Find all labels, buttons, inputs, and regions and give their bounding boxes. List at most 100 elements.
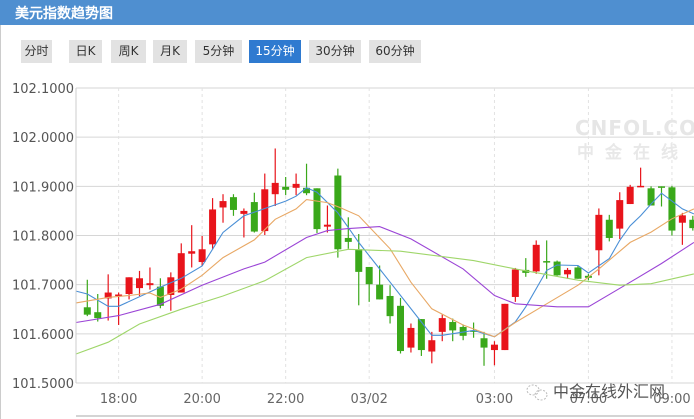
candle — [678, 212, 686, 245]
moving-averages — [75, 187, 694, 355]
candles — [83, 148, 694, 366]
candle-body — [501, 303, 509, 351]
candle — [397, 297, 404, 354]
y-tick-label: 101.6000 — [12, 328, 74, 343]
candle — [438, 314, 446, 342]
candle-body — [564, 269, 572, 275]
candle-body — [407, 327, 415, 348]
y-tick-label: 101.8000 — [12, 230, 74, 245]
candle — [490, 341, 498, 366]
candle — [647, 186, 655, 206]
candle — [511, 267, 519, 302]
cnfol-watermark: CNFOL.COM 中金在线 — [575, 116, 694, 163]
candle-body — [261, 189, 269, 232]
candle — [177, 243, 185, 293]
candle — [219, 194, 227, 223]
candle — [668, 185, 676, 236]
candle — [292, 173, 300, 196]
candle — [386, 285, 394, 324]
candle-body — [271, 182, 279, 195]
candle-body — [605, 219, 613, 238]
candle-body — [229, 197, 237, 210]
y-tick-label: 101.9000 — [12, 180, 74, 195]
candle — [240, 208, 248, 238]
candle — [564, 267, 572, 279]
candle — [188, 225, 196, 268]
candle-body — [365, 266, 373, 285]
wechat-watermark: 中金在线外汇网 — [526, 382, 665, 401]
candle-body — [125, 277, 133, 295]
candle-body — [355, 249, 363, 272]
candlestick-chart: CNFOL.COM 中金在线 102.1000 102.0000 101.9000 1… — [12, 82, 694, 417]
candle — [146, 267, 154, 290]
candle-body — [626, 186, 634, 205]
candle-body — [678, 215, 686, 223]
candle — [522, 258, 530, 277]
x-tick-label: 03:00 — [476, 392, 513, 407]
watermark-brand-cn: 中金在线 — [577, 142, 689, 163]
candle-body — [438, 318, 446, 332]
candle — [344, 217, 352, 249]
candle-body — [490, 344, 498, 351]
candle-body — [188, 251, 196, 254]
candle-body — [553, 261, 561, 276]
y-tick-label: 102.1000 — [12, 82, 74, 97]
candle — [689, 215, 694, 231]
wechat-account: 中金在线外汇网 — [553, 382, 665, 401]
x-tick-label: 20:00 — [183, 392, 220, 407]
candle-body — [449, 322, 457, 331]
candle — [83, 279, 91, 317]
ma-line-1 — [75, 187, 694, 338]
candle-body — [397, 305, 404, 352]
candle — [323, 205, 331, 233]
candle — [553, 260, 561, 276]
candle — [605, 214, 613, 242]
candle-body — [292, 183, 300, 188]
candle-body — [574, 267, 582, 279]
candle-body — [94, 312, 102, 319]
candle-body — [616, 200, 624, 229]
candle — [261, 173, 269, 236]
candle-body — [344, 237, 352, 242]
candle-body — [511, 269, 519, 297]
candle-body — [658, 186, 665, 188]
candle-body — [532, 244, 540, 272]
candle-body — [595, 214, 603, 251]
candle-body — [386, 295, 394, 317]
x-tick-label: 03/02 — [350, 392, 387, 407]
candle-body — [136, 278, 143, 289]
candle — [229, 194, 237, 216]
candle-body — [637, 185, 645, 188]
candle-body — [282, 186, 290, 190]
candle — [376, 265, 384, 300]
candle — [532, 240, 540, 274]
y-tick-label: 102.0000 — [12, 131, 74, 146]
candle-body — [480, 338, 488, 348]
candle-body — [198, 249, 206, 263]
candle — [136, 270, 143, 296]
wechat-icon — [526, 384, 548, 401]
candle-body — [689, 219, 694, 229]
candle — [501, 303, 509, 351]
candle-body — [209, 209, 217, 245]
candle-body — [83, 307, 91, 315]
x-tick-label: 22:00 — [267, 392, 304, 407]
candle-body — [323, 224, 331, 227]
candle-body — [428, 340, 436, 352]
candle — [480, 331, 488, 366]
candle — [303, 163, 311, 196]
candle-body — [250, 202, 258, 232]
candle — [543, 240, 551, 279]
candle-body — [177, 253, 185, 293]
watermark-brand: CNFOL.COM — [575, 116, 694, 140]
ma-line-4 — [75, 248, 694, 355]
candle-body — [417, 319, 425, 351]
candle — [626, 184, 634, 205]
candle-body — [647, 188, 655, 206]
candle — [449, 318, 457, 342]
candle — [167, 272, 175, 311]
candle — [616, 192, 624, 239]
candle-body — [376, 284, 384, 300]
candle — [407, 323, 415, 353]
candle-body — [668, 187, 676, 231]
